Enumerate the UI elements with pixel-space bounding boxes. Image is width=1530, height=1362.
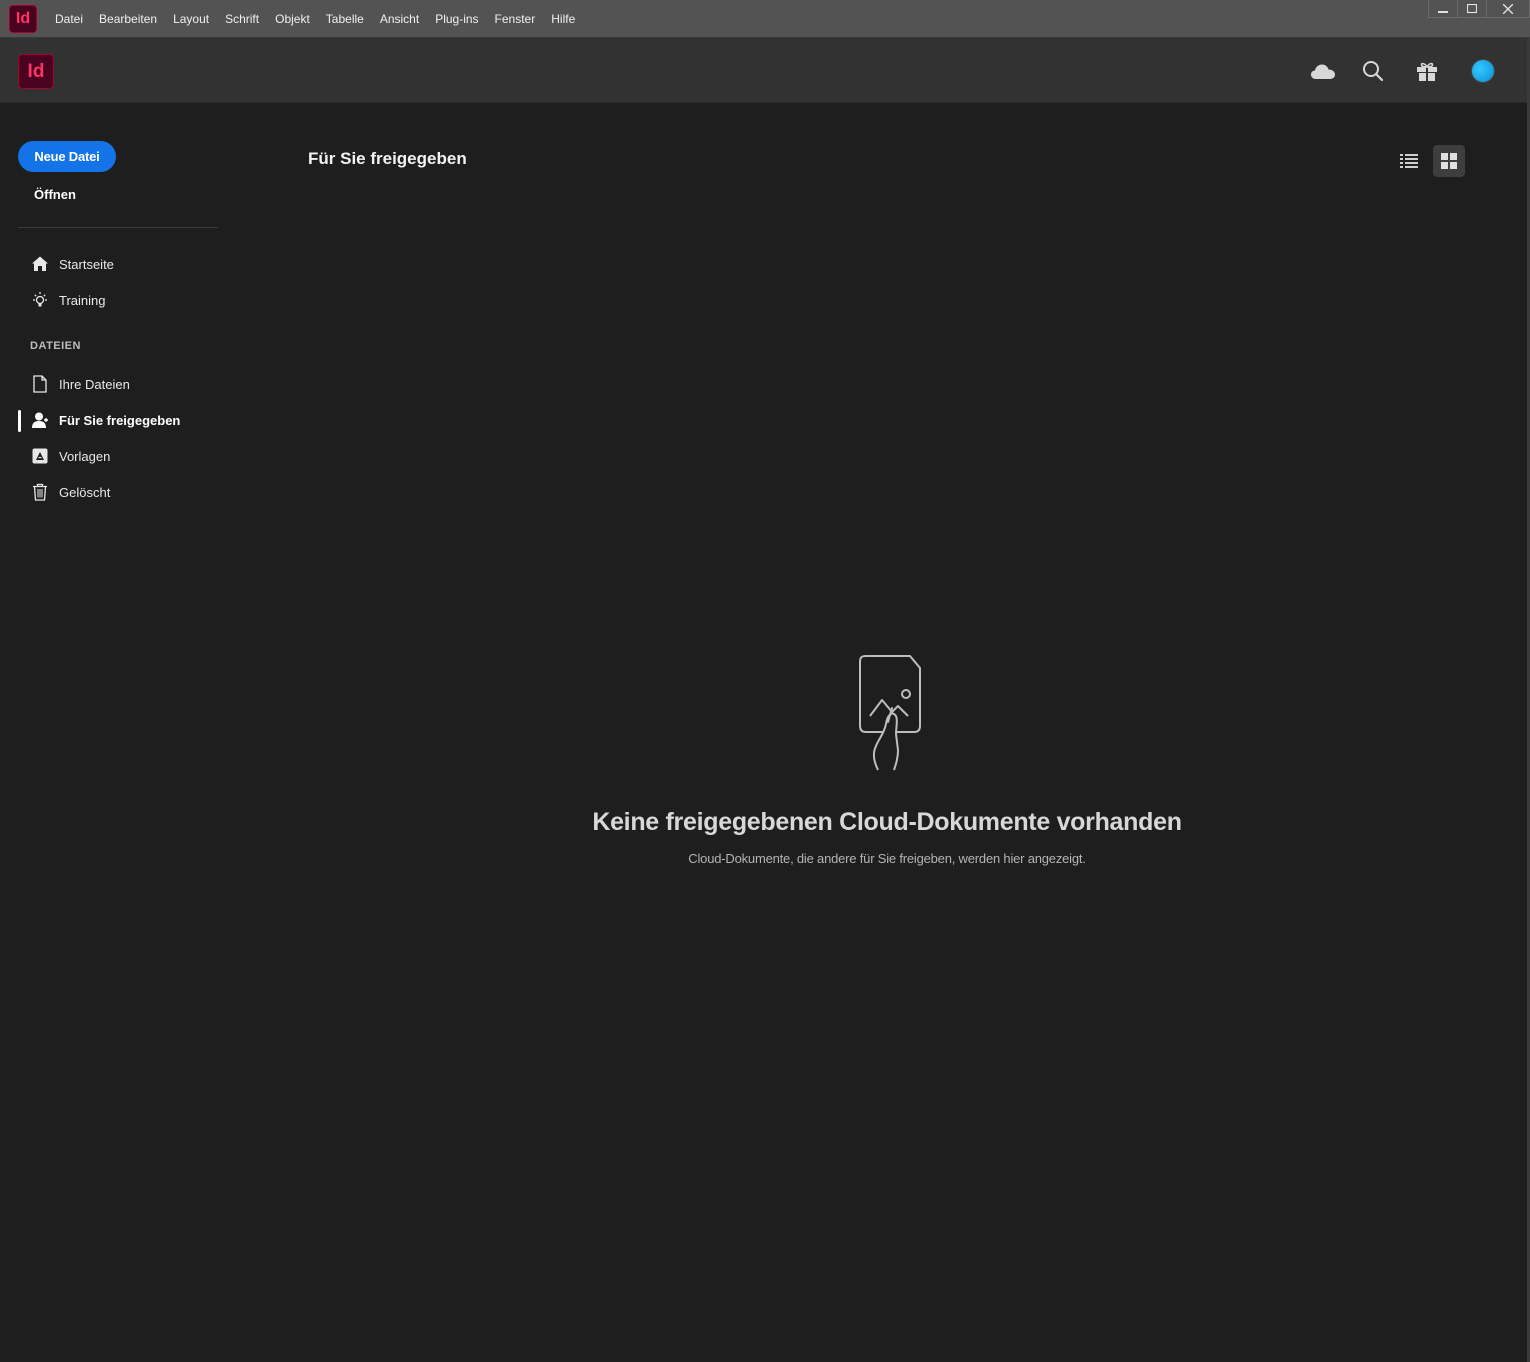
- menu-tabelle[interactable]: Tabelle: [318, 12, 372, 26]
- template-icon: [30, 446, 50, 466]
- sidebar-divider: [18, 227, 218, 228]
- user-shared-icon: [30, 410, 50, 430]
- sidebar-item-startseite[interactable]: Startseite: [18, 249, 218, 279]
- sidebar-item-label: Gelöscht: [59, 484, 111, 500]
- maximize-icon: [1467, 3, 1477, 13]
- new-file-button[interactable]: Neue Datei: [18, 141, 116, 172]
- menu-datei[interactable]: Datei: [47, 12, 91, 26]
- sidebar: Neue Datei Öffnen Startseite Training DA…: [0, 103, 240, 1362]
- sidebar-item-label: Training: [59, 292, 106, 308]
- cloud-icon[interactable]: [1310, 58, 1336, 84]
- search-icon[interactable]: [1360, 58, 1386, 84]
- close-icon: [1503, 3, 1513, 14]
- empty-state-illustration: [852, 650, 928, 772]
- empty-state-subtitle: Cloud-Dokumente, die andere für Sie frei…: [688, 851, 1086, 866]
- menu-fenster[interactable]: Fenster: [487, 12, 544, 26]
- sidebar-item-vorlagen[interactable]: Vorlagen: [18, 441, 218, 471]
- menu-layout[interactable]: Layout: [165, 12, 217, 26]
- lightbulb-icon: [30, 290, 50, 310]
- sidebar-item-label: Vorlagen: [59, 448, 111, 464]
- sidebar-item-geloescht[interactable]: Gelöscht: [18, 477, 218, 507]
- window-controls: [1428, 0, 1530, 18]
- app-header: Id: [0, 38, 1530, 103]
- avatar[interactable]: [1471, 59, 1495, 83]
- sidebar-item-ihre-dateien[interactable]: Ihre Dateien: [18, 369, 218, 399]
- open-button[interactable]: Öffnen: [34, 187, 76, 202]
- list-view-button[interactable]: [1393, 145, 1425, 177]
- section-label-dateien: DATEIEN: [30, 340, 81, 352]
- grid-view-button[interactable]: [1433, 145, 1465, 177]
- menu-ansicht[interactable]: Ansicht: [372, 12, 427, 26]
- app-logo[interactable]: Id: [18, 54, 54, 89]
- file-icon: [30, 374, 50, 394]
- trash-icon: [30, 482, 50, 502]
- app-logo-small[interactable]: Id: [9, 4, 37, 33]
- minimize-icon: [1438, 10, 1448, 13]
- menu-schrift[interactable]: Schrift: [217, 12, 267, 26]
- list-view-icon: [1400, 154, 1418, 168]
- grid-view-icon: [1441, 153, 1457, 169]
- menu-bearbeiten[interactable]: Bearbeiten: [91, 12, 165, 26]
- minimize-button[interactable]: [1428, 0, 1458, 18]
- page-title: Für Sie freigegeben: [308, 149, 467, 168]
- empty-state-title: Keine freigegebenen Cloud-Dokumente vorh…: [592, 808, 1182, 836]
- sidebar-item-training[interactable]: Training: [18, 285, 218, 315]
- menu-plugins[interactable]: Plug-ins: [427, 12, 486, 26]
- sidebar-item-label: Startseite: [59, 256, 114, 272]
- maximize-button[interactable]: [1457, 0, 1487, 18]
- home-icon: [30, 254, 50, 274]
- sidebar-item-fuer-sie-freigegeben[interactable]: Für Sie freigegeben: [18, 405, 218, 435]
- sidebar-item-label: Für Sie freigegeben: [59, 412, 181, 428]
- menu-objekt[interactable]: Objekt: [267, 12, 318, 26]
- sidebar-item-label: Ihre Dateien: [59, 376, 130, 392]
- menu-hilfe[interactable]: Hilfe: [543, 12, 583, 26]
- menu-bar: Id Datei Bearbeiten Layout Schrift Objek…: [0, 0, 1530, 38]
- gift-icon[interactable]: [1414, 58, 1440, 84]
- close-button[interactable]: [1486, 0, 1530, 18]
